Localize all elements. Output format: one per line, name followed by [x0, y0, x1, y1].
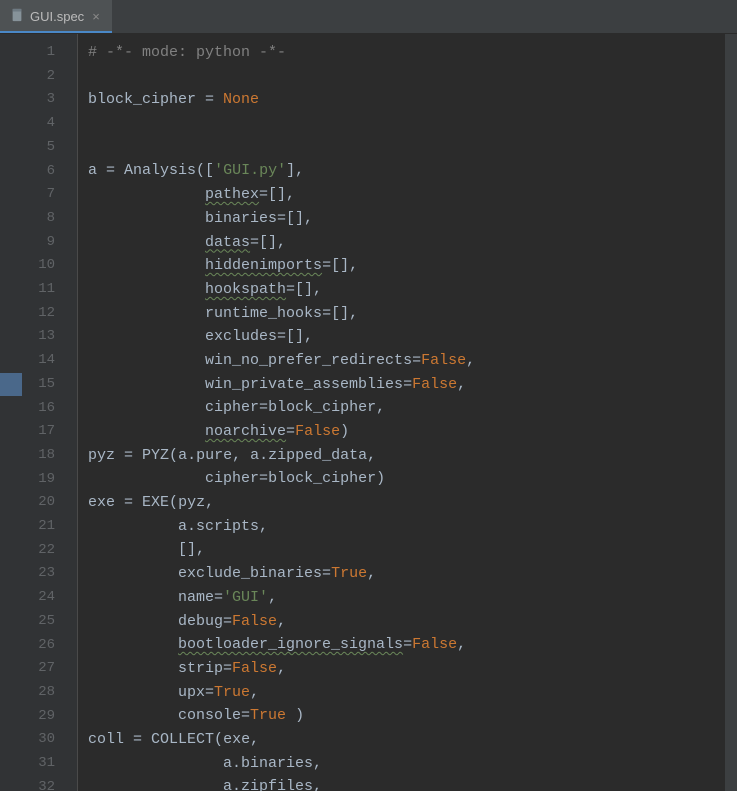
line-number: 27 [0, 657, 77, 681]
line-number: 30 [0, 728, 77, 752]
line-number: 5 [0, 136, 77, 160]
line-number: 14 [0, 349, 77, 373]
line-number: 7 [0, 183, 77, 207]
editor-tabbar: GUI.spec × [0, 0, 737, 34]
code-line: excludes=[], [88, 325, 737, 349]
line-number: 26 [0, 634, 77, 658]
line-number: 29 [0, 705, 77, 729]
line-number-gutter: 1234567891011121314151617181920212223242… [0, 34, 78, 791]
code-line: debug=False, [88, 610, 737, 634]
line-number: 28 [0, 681, 77, 705]
code-content[interactable]: # -*- mode: python -*- block_cipher = Non… [78, 34, 737, 791]
code-line: exe = EXE(pyz, [88, 491, 737, 515]
code-line: bootloader_ignore_signals=False, [88, 633, 737, 657]
code-line: name='GUI', [88, 586, 737, 610]
line-number: 11 [0, 278, 77, 302]
code-line: cipher=block_cipher) [88, 467, 737, 491]
code-line: block_cipher = None [88, 88, 737, 112]
line-number: 13 [0, 325, 77, 349]
code-line [88, 65, 737, 89]
line-number: 21 [0, 515, 77, 539]
line-number: 9 [0, 231, 77, 255]
code-line: hiddenimports=[], [88, 254, 737, 278]
code-line: a.scripts, [88, 515, 737, 539]
code-line: a.zipfiles, [88, 775, 737, 791]
close-icon[interactable]: × [90, 9, 102, 24]
code-line: [], [88, 538, 737, 562]
line-number: 25 [0, 610, 77, 634]
code-line: console=True ) [88, 704, 737, 728]
line-number: 32 [0, 776, 77, 791]
code-line: win_no_prefer_redirects=False, [88, 349, 737, 373]
line-number: 20 [0, 491, 77, 515]
code-line: coll = COLLECT(exe, [88, 728, 737, 752]
file-tab[interactable]: GUI.spec × [0, 0, 112, 33]
line-number: 31 [0, 752, 77, 776]
code-line [88, 136, 737, 160]
line-number: 8 [0, 207, 77, 231]
code-line: a = Analysis(['GUI.py'], [88, 159, 737, 183]
editor-area: 1234567891011121314151617181920212223242… [0, 34, 737, 791]
line-number: 4 [0, 112, 77, 136]
file-icon [10, 8, 24, 25]
code-line: a.binaries, [88, 752, 737, 776]
code-line: strip=False, [88, 657, 737, 681]
line-number: 19 [0, 468, 77, 492]
code-line: exclude_binaries=True, [88, 562, 737, 586]
code-line: cipher=block_cipher, [88, 396, 737, 420]
code-line [88, 112, 737, 136]
line-number: 16 [0, 397, 77, 421]
line-number: 12 [0, 302, 77, 326]
vertical-scrollbar[interactable] [725, 34, 737, 791]
code-line: pyz = PYZ(a.pure, a.zipped_data, [88, 444, 737, 468]
current-line-marker [0, 373, 22, 397]
code-line: runtime_hooks=[], [88, 302, 737, 326]
code-line: win_private_assemblies=False, [88, 373, 737, 397]
line-number: 18 [0, 444, 77, 468]
line-number: 10 [0, 254, 77, 278]
line-number: 1 [0, 41, 77, 65]
code-line: noarchive=False) [88, 420, 737, 444]
line-number: 22 [0, 539, 77, 563]
code-line: datas=[], [88, 231, 737, 255]
line-number: 6 [0, 160, 77, 184]
line-number: 24 [0, 586, 77, 610]
code-line: # -*- mode: python -*- [88, 41, 737, 65]
line-number: 2 [0, 65, 77, 89]
line-number: 23 [0, 562, 77, 586]
code-line: upx=True, [88, 681, 737, 705]
tab-filename: GUI.spec [30, 9, 84, 24]
code-line: hookspath=[], [88, 278, 737, 302]
code-line: binaries=[], [88, 207, 737, 231]
line-number: 17 [0, 420, 77, 444]
code-line: pathex=[], [88, 183, 737, 207]
line-number: 3 [0, 88, 77, 112]
